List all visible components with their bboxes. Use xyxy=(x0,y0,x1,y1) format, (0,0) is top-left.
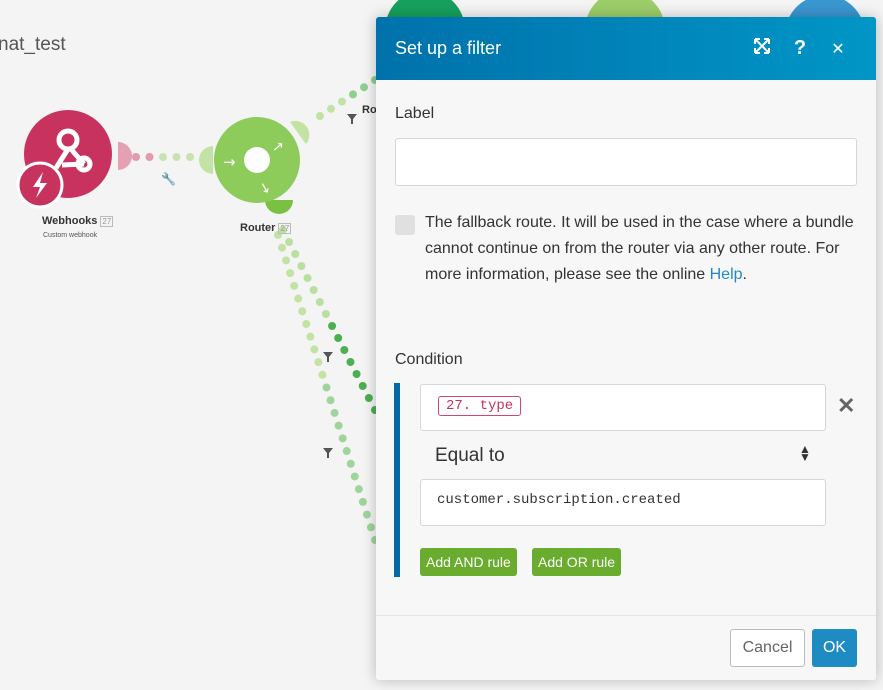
connection-dot xyxy=(306,332,315,341)
connection-dot xyxy=(334,421,343,430)
expand-icon[interactable] xyxy=(743,37,781,60)
connection-dot xyxy=(350,472,359,481)
scenario-title: nat_test xyxy=(0,34,66,55)
connection-dot xyxy=(349,90,357,99)
connection-dot xyxy=(340,346,349,354)
connection-dot xyxy=(346,459,355,468)
connection-dot xyxy=(172,153,181,161)
connection-dot xyxy=(346,358,355,366)
connection-dot xyxy=(318,370,327,379)
connection-dot xyxy=(358,382,367,390)
connection-dot xyxy=(316,112,324,120)
connection-dot xyxy=(309,286,318,294)
connection-dot xyxy=(327,104,335,113)
filter-icon[interactable] xyxy=(347,114,357,124)
router-icon xyxy=(244,147,270,173)
operator-select[interactable]: Equal to xyxy=(435,445,505,467)
connection-dot xyxy=(302,319,311,328)
fallback-checkbox[interactable] xyxy=(395,215,415,235)
connection-dot xyxy=(294,294,303,303)
condition-heading: Condition xyxy=(395,351,463,368)
connection-dot xyxy=(310,345,319,354)
connection-dot xyxy=(132,153,140,161)
webhooks-subtitle: Custom webhook xyxy=(43,232,98,239)
help-icon[interactable]: ? xyxy=(781,37,819,60)
connection-dot xyxy=(362,510,371,519)
webhooks-label: Webhooks 27 xyxy=(42,215,114,227)
cancel-button[interactable]: Cancel xyxy=(730,629,805,667)
filter-icon[interactable] xyxy=(323,448,333,458)
connection-dot xyxy=(330,408,339,417)
operand-field[interactable]: 27. type xyxy=(420,384,826,431)
connection-dot xyxy=(303,274,312,282)
connection-dot xyxy=(328,322,337,330)
connection-dot xyxy=(145,153,154,161)
connection-dot xyxy=(321,310,330,318)
value-field[interactable]: customer.subscription.created xyxy=(420,479,826,526)
connection-dot xyxy=(322,383,331,392)
filter-dialog: Set up a filter ? ✕ Label The fallback r… xyxy=(376,17,876,680)
select-arrows-icon[interactable]: ▲ ▼ xyxy=(799,443,811,463)
connection-dot xyxy=(298,307,307,316)
connection-dot xyxy=(338,434,347,443)
connection-dot xyxy=(186,153,194,161)
connection-dot xyxy=(366,523,375,532)
connection-dot xyxy=(286,269,295,278)
connection-dot xyxy=(278,243,287,252)
connection-dot xyxy=(285,238,294,246)
connection-dot xyxy=(291,250,300,258)
remove-rule-icon[interactable]: ✕ xyxy=(837,393,855,419)
close-icon[interactable]: ✕ xyxy=(819,39,857,59)
wrench-icon[interactable]: 🔧 xyxy=(161,171,176,186)
connection-dot xyxy=(354,485,363,494)
connection-dot xyxy=(360,83,368,92)
fallback-text: The fallback route. It will be used in t… xyxy=(425,214,854,283)
add-or-rule-button[interactable]: Add OR rule xyxy=(532,548,622,576)
svg-text:→: → xyxy=(223,153,236,171)
connection-dot xyxy=(290,281,299,290)
dialog-header: Set up a filter ? ✕ xyxy=(376,17,876,80)
ok-button[interactable]: OK xyxy=(812,629,857,667)
connection-dot xyxy=(159,153,167,161)
connection-dot xyxy=(364,394,373,402)
connection-dot xyxy=(334,334,343,342)
variable-pill[interactable]: 27. type xyxy=(438,396,522,416)
add-and-rule-button[interactable]: Add AND rule xyxy=(420,548,517,576)
label-input[interactable] xyxy=(395,138,857,186)
connection-dot xyxy=(326,396,335,405)
connection-dot xyxy=(297,262,306,270)
help-link[interactable]: Help xyxy=(710,266,743,283)
router-label: Router 27 xyxy=(240,222,292,234)
label-heading: Label xyxy=(395,105,435,122)
connection-dot xyxy=(282,256,291,265)
connection-dot xyxy=(314,358,323,367)
connection-dot xyxy=(315,298,324,306)
connection-dot xyxy=(352,370,361,378)
connection-dot xyxy=(358,497,367,506)
dialog-title: Set up a filter xyxy=(395,38,502,58)
condition-group-bar xyxy=(394,383,400,577)
route-label: Ro xyxy=(362,104,377,116)
dialog-footer: Cancel OK xyxy=(376,615,876,680)
connection-dot xyxy=(338,97,346,106)
connection-dot xyxy=(342,447,351,456)
filter-icon[interactable] xyxy=(323,352,333,362)
